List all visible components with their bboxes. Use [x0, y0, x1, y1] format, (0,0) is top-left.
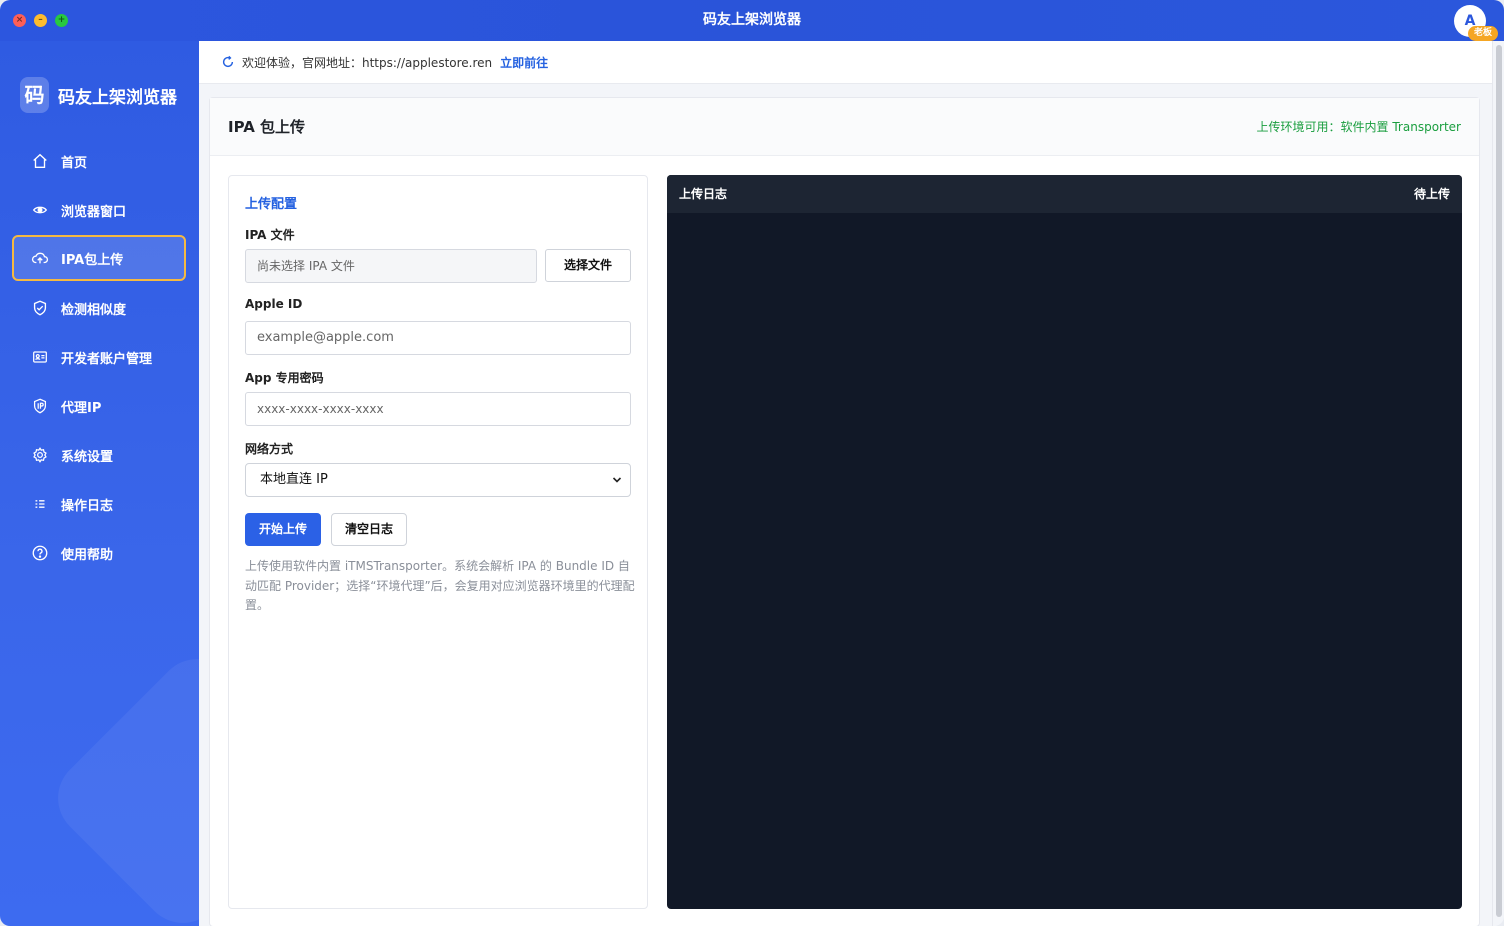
start-upload-button[interactable]: 开始上传	[245, 513, 321, 546]
upload-card: IPA 包上传 上传环境可用：软件内置 Transporter 上传配置 IPA…	[209, 97, 1480, 926]
sidebar-decoration	[41, 642, 199, 926]
upload-hint: 上传使用软件内置 iTMSTransporter。系统会解析 IPA 的 Bun…	[245, 559, 635, 612]
notice-link[interactable]: 立即前往	[500, 54, 548, 71]
proxy-ip-icon	[30, 396, 50, 416]
refresh-icon	[222, 55, 234, 68]
app-window: × – + 码友上架浏览器 A 老板 码 码友上架浏览器 首页 浏览器窗口 IP…	[0, 0, 1504, 926]
upload-log-panel: 上传日志 待上传	[667, 175, 1462, 909]
sidebar-item-home[interactable]: 首页	[12, 138, 186, 184]
sidebar-item-proxy-ip[interactable]: 代理IP	[12, 383, 186, 429]
sidebar-item-label: 浏览器窗口	[61, 204, 127, 220]
list-icon	[30, 494, 50, 514]
choose-file-button[interactable]: 选择文件	[545, 249, 631, 282]
notice-bar: 欢迎体验，官网地址：https://applestore.ren 立即前往	[199, 41, 1492, 84]
config-section-title: 上传配置	[245, 197, 298, 212]
log-header: 上传日志 待上传	[667, 175, 1462, 213]
apple-id-input[interactable]: example@apple.com	[245, 321, 631, 355]
sidebar-item-label: 首页	[61, 155, 88, 171]
notice-text: 欢迎体验，官网地址：https://applestore.ren	[242, 55, 493, 70]
scrollbar-thumb[interactable]	[1496, 45, 1502, 917]
environment-status: 上传环境可用：软件内置 Transporter	[1256, 120, 1461, 134]
sidebar-item-label: 系统设置	[61, 449, 114, 465]
sidebar-item-browser-window[interactable]: 浏览器窗口	[12, 187, 186, 233]
network-label: 网络方式	[245, 442, 294, 456]
user-role-badge: 老板	[1468, 26, 1498, 41]
main-content: 欢迎体验，官网地址：https://applestore.ren 立即前往 IP…	[199, 41, 1492, 926]
sidebar: 码 码友上架浏览器 首页 浏览器窗口 IPA包上传 检测相似度 开发者账户管理 …	[0, 41, 199, 926]
upload-config-panel: 上传配置 IPA 文件 尚未选择 IPA 文件 选择文件 Apple ID ex…	[228, 175, 648, 909]
sidebar-item-label: 使用帮助	[61, 547, 114, 563]
sidebar-item-label: 操作日志	[61, 498, 114, 514]
clear-log-button[interactable]: 清空日志	[331, 513, 407, 546]
chevron-down-icon	[612, 477, 622, 483]
sidebar-item-operation-log[interactable]: 操作日志	[12, 481, 186, 527]
sidebar-item-label: 代理IP	[61, 400, 102, 416]
page-title: IPA 包上传	[228, 118, 306, 136]
app-password-label: App 专用密码	[245, 371, 324, 385]
id-card-icon	[30, 347, 50, 367]
network-select-value: 本地直连 IP	[260, 472, 328, 487]
brand: 码 码友上架浏览器	[20, 76, 177, 114]
brand-name: 码友上架浏览器	[58, 87, 177, 108]
scrollbar[interactable]	[1492, 41, 1504, 926]
sidebar-item-label: 开发者账户管理	[61, 351, 153, 367]
window-title: 码友上架浏览器	[703, 12, 801, 28]
log-status: 待上传	[1413, 187, 1450, 201]
shield-check-icon	[30, 298, 50, 318]
card-header: IPA 包上传 上传环境可用：软件内置 Transporter	[210, 98, 1479, 156]
sidebar-item-label: 检测相似度	[61, 302, 127, 318]
sidebar-item-ipa-upload[interactable]: IPA包上传	[12, 235, 186, 281]
ipa-file-label: IPA 文件	[245, 228, 295, 242]
gear-icon	[30, 445, 50, 465]
sidebar-item-developer-accounts[interactable]: 开发者账户管理	[12, 334, 186, 380]
title-bar: × – + 码友上架浏览器 A 老板	[0, 0, 1504, 41]
sidebar-item-label: IPA包上传	[61, 252, 124, 268]
browser-window-icon	[30, 200, 50, 220]
brand-logo: 码	[20, 77, 49, 113]
sidebar-item-similarity[interactable]: 检测相似度	[12, 285, 186, 331]
log-title: 上传日志	[679, 187, 728, 201]
cloud-upload-icon	[30, 248, 50, 268]
sidebar-item-help[interactable]: 使用帮助	[12, 530, 186, 576]
sidebar-item-settings[interactable]: 系统设置	[12, 432, 186, 478]
ipa-file-field: 尚未选择 IPA 文件	[245, 249, 537, 283]
home-icon	[30, 151, 50, 171]
help-icon	[30, 543, 50, 563]
network-select[interactable]: 本地直连 IP	[245, 463, 631, 497]
apple-id-label: Apple ID	[245, 297, 303, 311]
app-password-input[interactable]: xxxx-xxxx-xxxx-xxxx	[245, 392, 631, 426]
